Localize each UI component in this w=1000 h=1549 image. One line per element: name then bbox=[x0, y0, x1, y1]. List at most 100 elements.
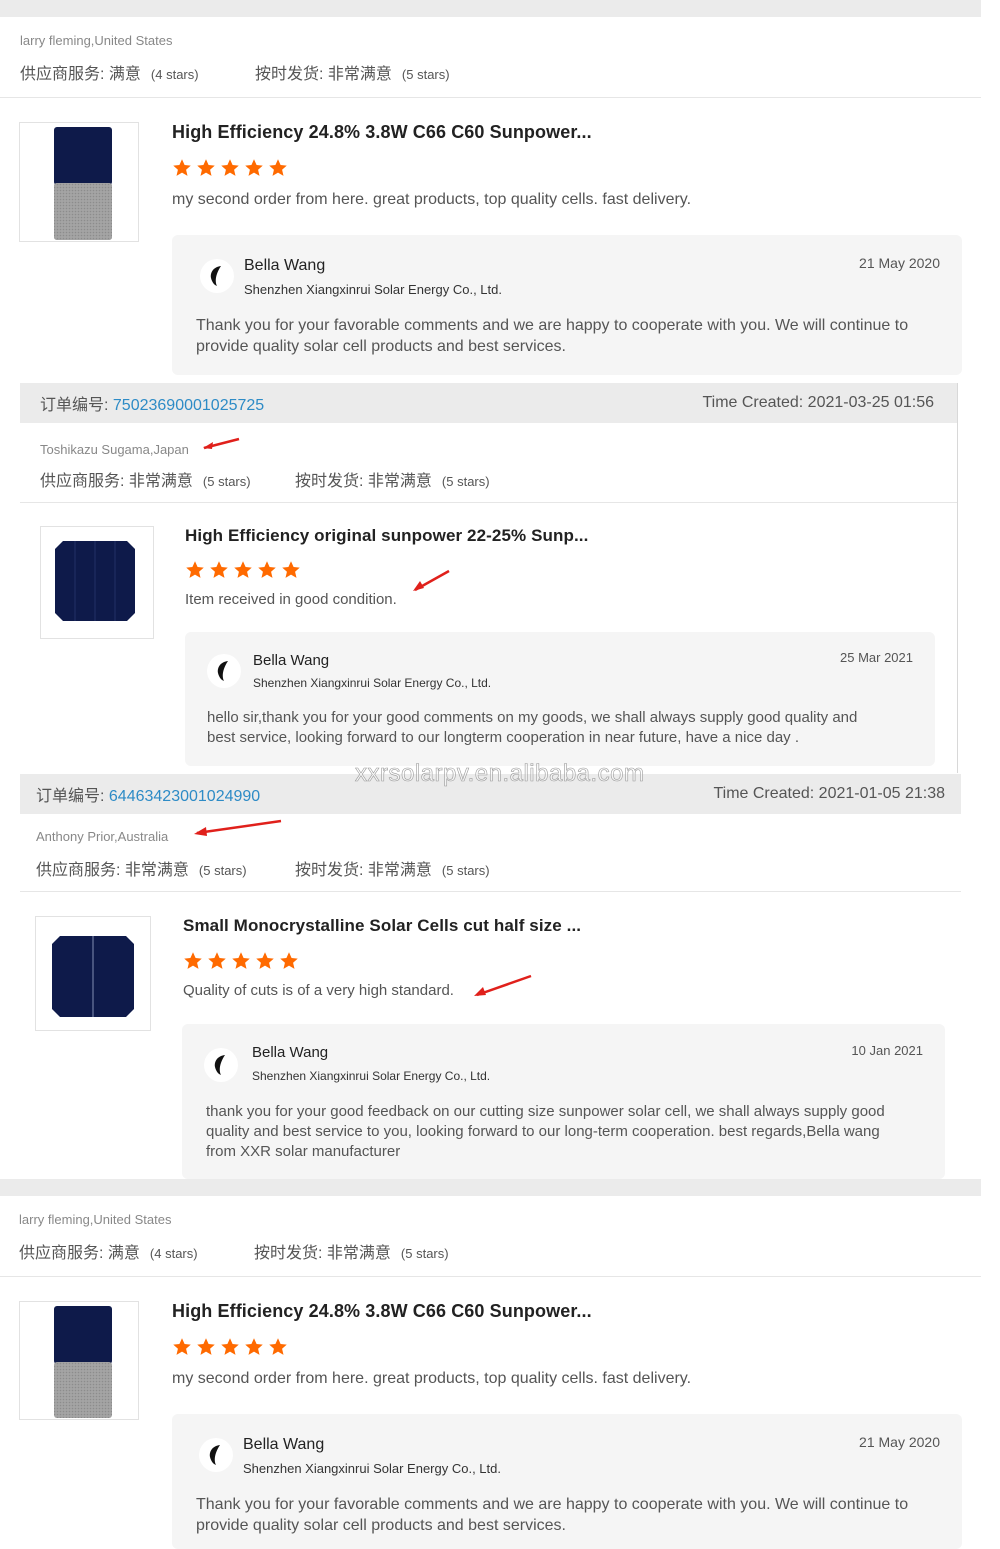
star-icon bbox=[232, 952, 250, 969]
order-number-link[interactable]: 75023690001025725 bbox=[113, 397, 264, 414]
shipping-rating: 按时发货: 非常满意 (5 stars) bbox=[295, 856, 490, 880]
reply-company: Shenzhen Xiangxinrui Solar Energy Co., L… bbox=[253, 676, 492, 690]
star-icon bbox=[186, 561, 204, 578]
reply-text: hello sir,thank you for your good commen… bbox=[207, 708, 857, 748]
reply-author: Bella Wang bbox=[244, 257, 326, 274]
star-icon bbox=[282, 561, 300, 578]
star-rating bbox=[172, 158, 288, 178]
ratings-row: 供应商服务: 满意 (4 stars) 按时发货: 非常满意 (5 stars) bbox=[19, 1239, 449, 1263]
star-icon bbox=[258, 561, 276, 578]
reply-author: Bella Wang bbox=[252, 1044, 329, 1061]
service-rating: 供应商服务: 非常满意 (5 stars) bbox=[40, 467, 295, 491]
review-comment: my second order from here. great product… bbox=[172, 1370, 692, 1387]
time-created: Time Created: 2021-01-05 21:38 bbox=[713, 785, 945, 802]
order-number-label: 订单编号 bbox=[36, 788, 101, 805]
reply-date: 21 May 2020 bbox=[859, 255, 940, 271]
shipping-rating: 按时发货: 非常满意 (5 stars) bbox=[254, 1239, 449, 1263]
red-arrow-icon bbox=[194, 819, 282, 836]
product-title[interactable]: High Efficiency 24.8% 3.8W C66 C60 Sunpo… bbox=[172, 122, 592, 143]
reply-line: best service, looking forward to our lon… bbox=[207, 729, 799, 746]
red-arrow-icon bbox=[474, 974, 532, 997]
star-icon bbox=[208, 952, 226, 969]
shipping-label: 按时发货: 非常满意 bbox=[295, 862, 432, 879]
shipping-label: 按时发货: 非常满意 bbox=[255, 66, 392, 83]
star-icon bbox=[173, 159, 191, 176]
reply-company: Shenzhen Xiangxinrui Solar Energy Co., L… bbox=[244, 282, 502, 297]
divider bbox=[0, 97, 981, 98]
star-rating bbox=[183, 951, 299, 971]
solar-cell-image bbox=[52, 936, 134, 1017]
reply-date: 10 Jan 2021 bbox=[851, 1043, 923, 1058]
product-title[interactable]: High Efficiency 24.8% 3.8W C66 C60 Sunpo… bbox=[172, 1301, 592, 1322]
product-title[interactable]: High Efficiency original sunpower 22-25%… bbox=[185, 526, 588, 546]
service-stars-note: (4 stars) bbox=[149, 1246, 198, 1261]
time-created: Time Created: 2021-03-25 01:56 bbox=[702, 394, 934, 411]
card-border-right bbox=[957, 383, 958, 773]
product-thumbnail[interactable] bbox=[40, 526, 154, 639]
service-stars-note: (5 stars) bbox=[202, 474, 251, 489]
seller-reply: Bella Wang Shenzhen Xiangxinrui Solar En… bbox=[172, 1414, 962, 1549]
star-icon bbox=[269, 1338, 287, 1355]
review-comment: my second order from here. great product… bbox=[172, 191, 692, 208]
star-icon bbox=[197, 1338, 215, 1355]
divider bbox=[0, 1276, 981, 1277]
red-arrow-icon bbox=[203, 437, 240, 450]
watermark: xxrsolarpv.en.alibaba.com bbox=[355, 760, 645, 788]
top-separator bbox=[0, 0, 981, 17]
reply-date: 25 Mar 2021 bbox=[840, 650, 913, 665]
service-label: 供应商服务: 满意 bbox=[20, 66, 141, 83]
star-icon bbox=[221, 1338, 239, 1355]
product-title[interactable]: Small Monocrystalline Solar Cells cut ha… bbox=[183, 916, 581, 936]
solar-cell-image bbox=[54, 1306, 112, 1418]
service-stars-note: (4 stars) bbox=[150, 67, 199, 82]
service-rating: 供应商服务: 满意 (4 stars) bbox=[20, 60, 255, 84]
reply-text: Thank you for your favorable comments an… bbox=[196, 315, 908, 357]
shipping-rating: 按时发货: 非常满意 (5 stars) bbox=[295, 467, 490, 491]
reply-author: Bella Wang bbox=[253, 652, 330, 669]
reviewer-name: Anthony Prior,Australia bbox=[36, 829, 169, 844]
ratings-row: 供应商服务: 非常满意 (5 stars) 按时发货: 非常满意 (5 star… bbox=[40, 467, 490, 491]
company-logo-icon bbox=[200, 259, 234, 293]
red-arrow-icon bbox=[413, 569, 450, 592]
order-number-link[interactable]: 64463423001024990 bbox=[109, 788, 260, 805]
company-logo-icon bbox=[199, 1438, 233, 1472]
star-icon bbox=[210, 561, 228, 578]
star-icon bbox=[197, 159, 215, 176]
reply-line: hello sir,thank you for your good commen… bbox=[207, 709, 858, 726]
reply-line: thank you for your good feedback on our … bbox=[206, 1103, 885, 1120]
product-thumbnail[interactable] bbox=[35, 916, 151, 1031]
ratings-row: 供应商服务: 满意 (4 stars) 按时发货: 非常满意 (5 stars) bbox=[20, 60, 450, 84]
shipping-rating: 按时发货: 非常满意 (5 stars) bbox=[255, 60, 450, 84]
star-icon bbox=[221, 159, 239, 176]
service-label: 供应商服务: 满意 bbox=[19, 1245, 140, 1262]
reply-company: Shenzhen Xiangxinrui Solar Energy Co., L… bbox=[252, 1069, 491, 1083]
product-thumbnail[interactable] bbox=[19, 122, 139, 242]
reply-company: Shenzhen Xiangxinrui Solar Energy Co., L… bbox=[243, 1461, 501, 1476]
star-icon bbox=[280, 952, 298, 969]
reply-line: provide quality solar cell products and … bbox=[196, 338, 566, 355]
star-rating bbox=[185, 560, 301, 580]
service-label: 供应商服务: 非常满意 bbox=[40, 473, 193, 490]
shipping-stars-note: (5 stars) bbox=[400, 1246, 449, 1261]
reviewer-name: Toshikazu Sugama,Japan bbox=[40, 442, 189, 457]
section-separator bbox=[0, 1179, 981, 1196]
review-comment: Item received in good condition. bbox=[185, 591, 397, 608]
company-logo-icon bbox=[204, 1048, 238, 1082]
review-comment: Quality of cuts is of a very high standa… bbox=[183, 982, 454, 999]
solar-cell-image bbox=[54, 127, 112, 240]
star-icon bbox=[245, 1338, 263, 1355]
service-rating: 供应商服务: 非常满意 (5 stars) bbox=[36, 856, 295, 880]
order-number-label: 订单编号 bbox=[40, 397, 105, 414]
seller-reply: Bella Wang Shenzhen Xiangxinrui Solar En… bbox=[185, 632, 935, 766]
reply-line: provide quality solar cell products and … bbox=[196, 1517, 566, 1534]
product-thumbnail[interactable] bbox=[19, 1301, 139, 1420]
company-logo-icon bbox=[207, 654, 241, 688]
service-stars-note: (5 stars) bbox=[198, 863, 247, 878]
divider bbox=[20, 502, 957, 503]
reply-author: Bella Wang bbox=[243, 1436, 325, 1453]
shipping-stars-note: (5 stars) bbox=[441, 863, 490, 878]
order-number-group: 订单编号: 75023690001025725 bbox=[40, 397, 265, 414]
shipping-stars-note: (5 stars) bbox=[441, 474, 490, 489]
seller-reply: Bella Wang Shenzhen Xiangxinrui Solar En… bbox=[182, 1024, 945, 1179]
shipping-stars-note: (5 stars) bbox=[401, 67, 450, 82]
